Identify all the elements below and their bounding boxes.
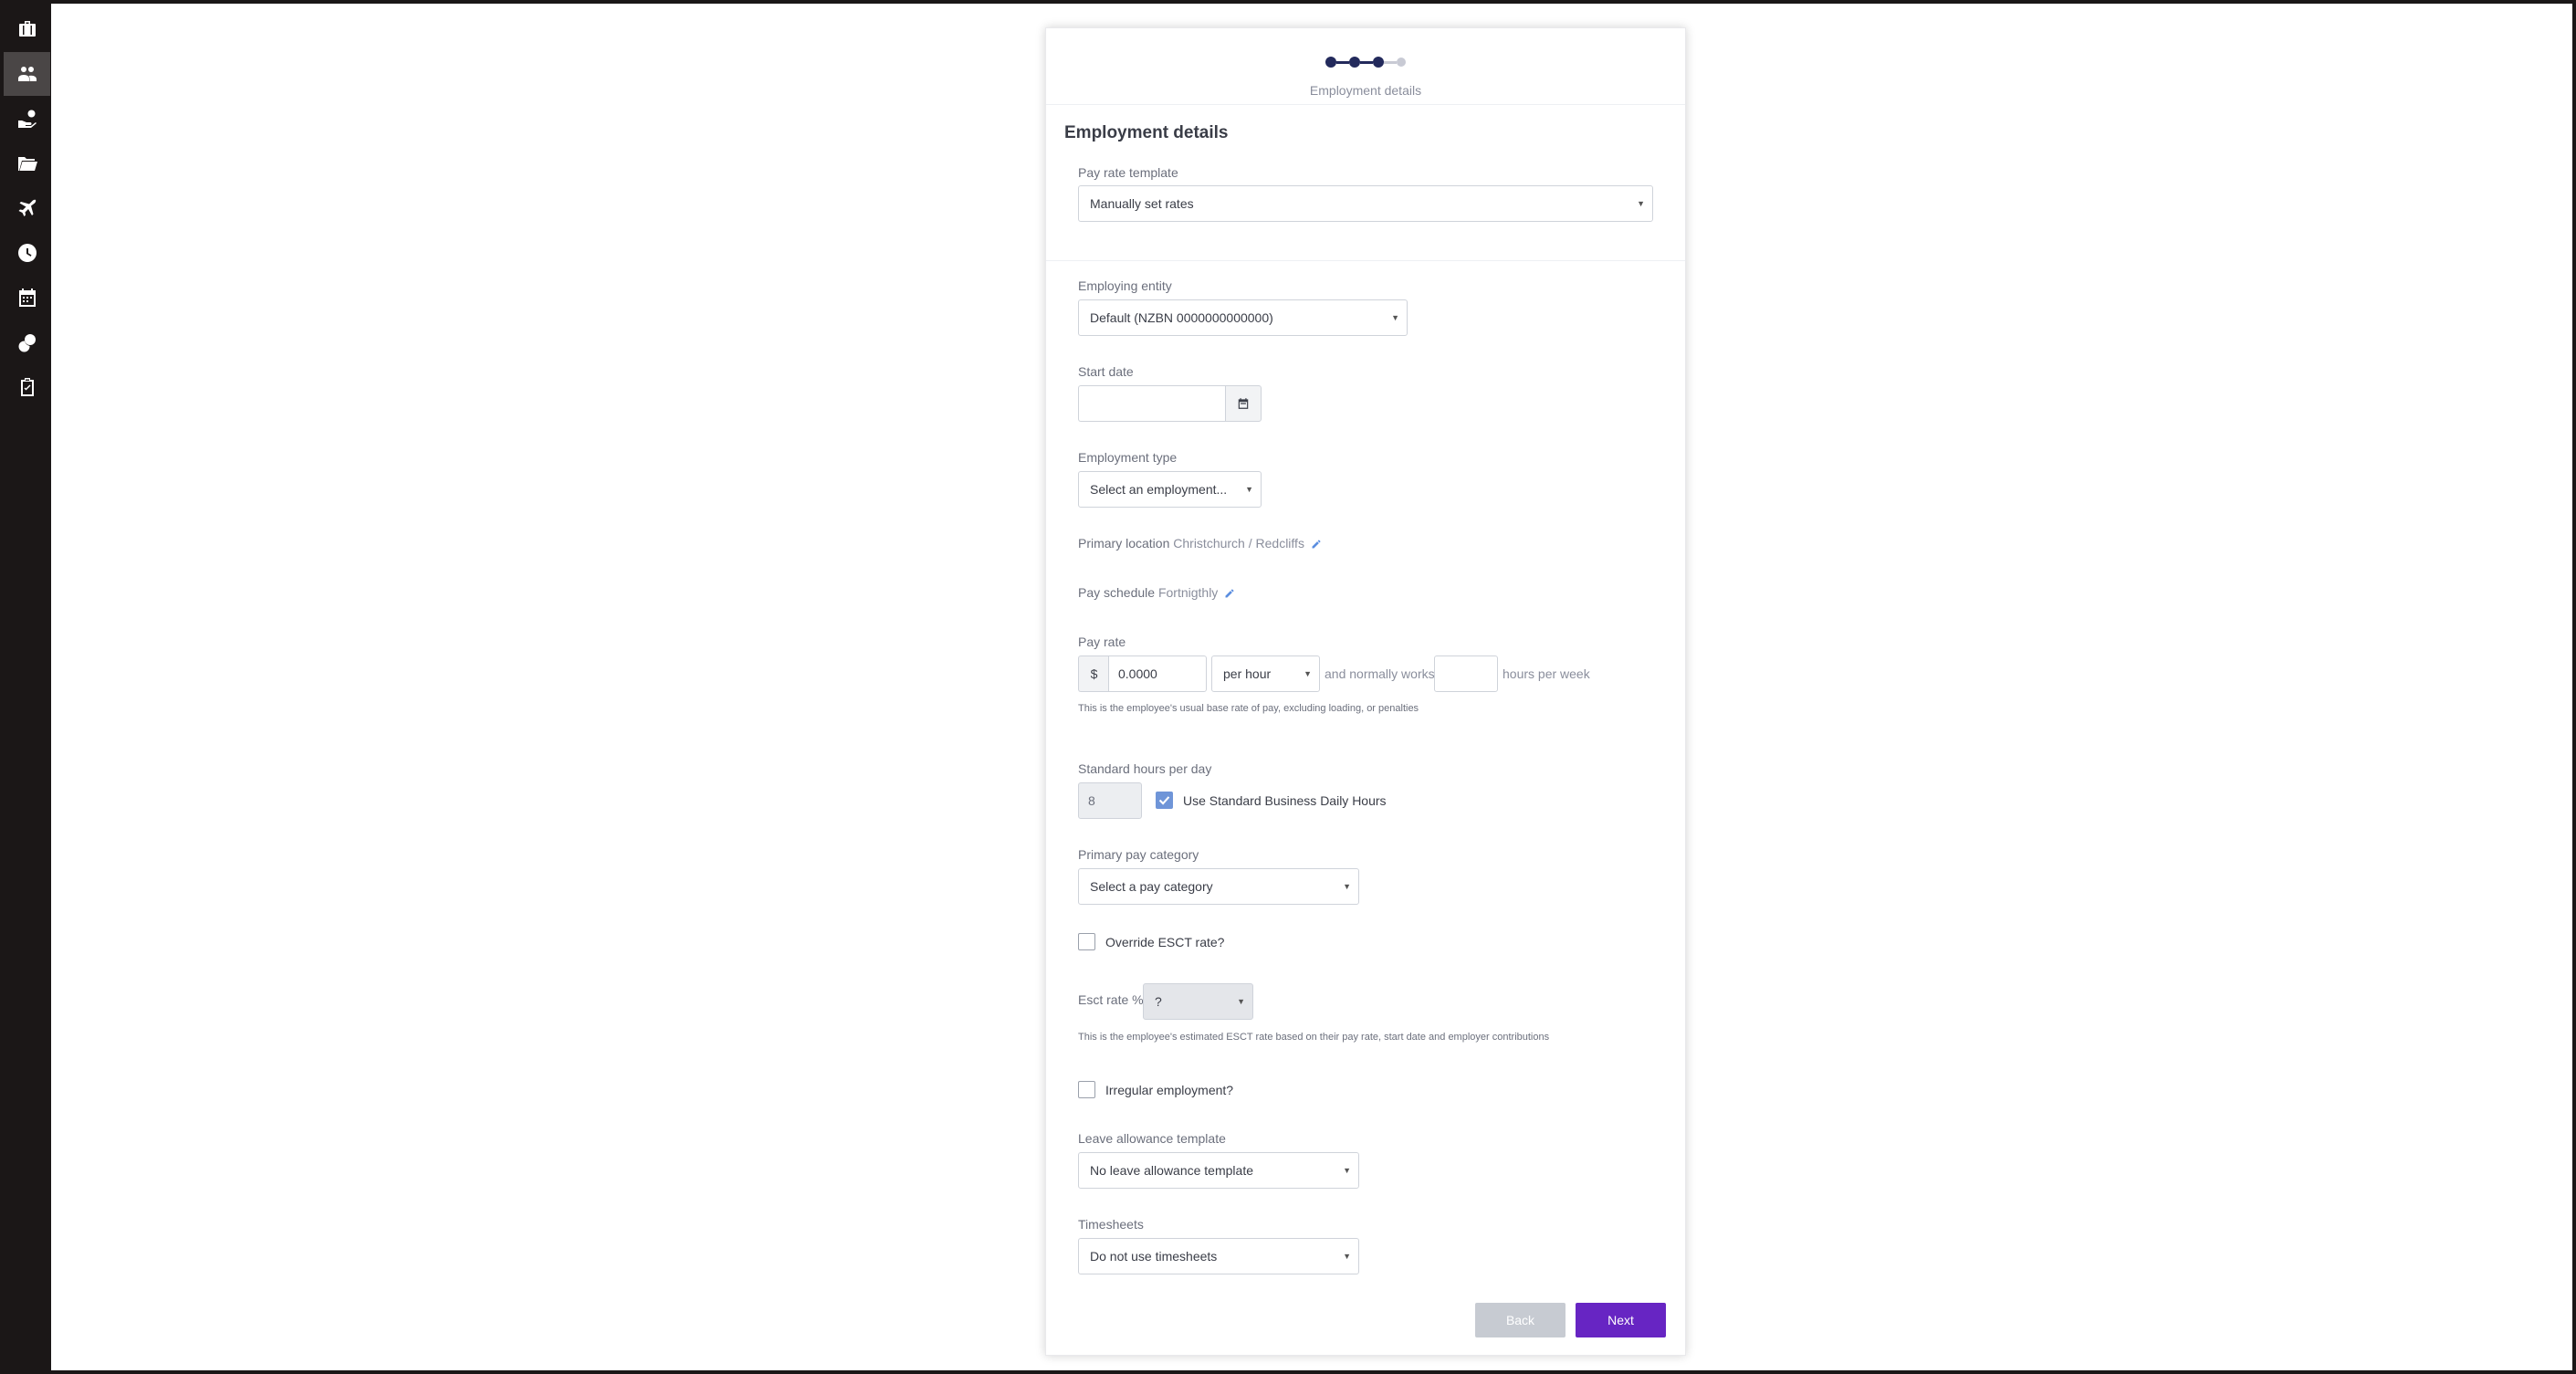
sidebar-item-documents[interactable] bbox=[4, 142, 50, 185]
sidebar-item-leave[interactable] bbox=[4, 186, 50, 230]
checkmark-icon bbox=[1158, 796, 1170, 805]
chevron-down-icon: ▼ bbox=[1343, 1166, 1351, 1175]
folder-icon bbox=[17, 157, 37, 171]
pay-rate-unit-select[interactable]: per hour ▼ bbox=[1211, 656, 1320, 692]
employment-type-select[interactable]: Select an employment... ▼ bbox=[1078, 471, 1262, 508]
step-2-dot bbox=[1349, 57, 1360, 68]
employing-entity-label: Employing entity bbox=[1078, 278, 1172, 293]
pay-rate-unit-value: per hour bbox=[1223, 666, 1272, 681]
clipboard-icon bbox=[20, 378, 34, 396]
primary-location-row: Primary location Christchurch / Redcliff… bbox=[1078, 536, 1322, 551]
esct-rate-label: Esct rate % bbox=[1078, 992, 1144, 1007]
chevron-down-icon: ▼ bbox=[1304, 669, 1312, 678]
pay-schedule-label: Pay schedule bbox=[1078, 585, 1156, 600]
calendar-icon bbox=[1238, 398, 1249, 409]
next-button[interactable]: Next bbox=[1576, 1303, 1666, 1337]
edit-pencil-icon[interactable] bbox=[1311, 539, 1322, 550]
people-icon bbox=[17, 67, 37, 81]
briefcase-icon bbox=[18, 21, 36, 37]
pay-rate-template-select[interactable]: Manually set rates ▼ bbox=[1078, 185, 1653, 222]
wizard-stepper: Employment details bbox=[1046, 28, 1685, 105]
chevron-down-icon: ▼ bbox=[1343, 1252, 1351, 1261]
chevron-down-icon: ▼ bbox=[1343, 882, 1351, 891]
standard-hours-input[interactable]: 8 bbox=[1078, 782, 1142, 819]
primary-location-value: Christchurch / Redcliffs bbox=[1173, 536, 1304, 551]
employing-entity-select[interactable]: Default (NZBN 0000000000000) ▼ bbox=[1078, 299, 1408, 336]
start-date-input[interactable] bbox=[1078, 385, 1226, 422]
chevron-down-icon: ▼ bbox=[1637, 199, 1645, 208]
step-connector bbox=[1360, 60, 1373, 64]
chevron-down-icon: ▼ bbox=[1245, 485, 1253, 494]
primary-location-label: Primary location bbox=[1078, 536, 1170, 551]
sidebar bbox=[0, 0, 51, 1374]
pay-schedule-row: Pay schedule Fortnigthly bbox=[1078, 585, 1235, 600]
edit-pencil-icon[interactable] bbox=[1224, 588, 1235, 599]
step-connector bbox=[1384, 60, 1397, 64]
timesheets-select[interactable]: Do not use timesheets ▼ bbox=[1078, 1238, 1359, 1274]
employment-type-label: Employment type bbox=[1078, 450, 1178, 465]
leave-allowance-select[interactable]: No leave allowance template ▼ bbox=[1078, 1152, 1359, 1189]
back-button[interactable]: Back bbox=[1475, 1303, 1565, 1337]
sidebar-item-people[interactable] bbox=[4, 52, 50, 96]
irregular-employment-label: Irregular employment? bbox=[1105, 1083, 1234, 1097]
employing-entity-value: Default (NZBN 0000000000000) bbox=[1090, 310, 1273, 325]
sidebar-item-payments[interactable] bbox=[4, 97, 50, 141]
step-3-dot bbox=[1373, 57, 1384, 68]
leave-allowance-value: No leave allowance template bbox=[1090, 1163, 1253, 1178]
use-standard-hours-checkbox[interactable] bbox=[1156, 792, 1173, 809]
primary-pay-category-label: Primary pay category bbox=[1078, 847, 1199, 862]
sidebar-item-expenses[interactable] bbox=[4, 320, 50, 364]
hours-per-week-input[interactable] bbox=[1434, 656, 1498, 692]
pay-rate-amount-input[interactable]: 0.0000 bbox=[1108, 656, 1207, 692]
timesheets-value: Do not use timesheets bbox=[1090, 1249, 1218, 1264]
step-caption: Employment details bbox=[1309, 83, 1422, 98]
section-title: Employment details bbox=[1064, 123, 1229, 142]
pay-rate-template-value: Manually set rates bbox=[1090, 196, 1194, 211]
hand-coin-icon bbox=[17, 110, 37, 128]
esct-rate-help: This is the employee's estimated ESCT ra… bbox=[1078, 1032, 1550, 1043]
override-esct-checkbox[interactable] bbox=[1078, 933, 1095, 950]
sidebar-item-time[interactable] bbox=[4, 231, 50, 275]
coins-icon bbox=[18, 334, 36, 352]
leave-allowance-label: Leave allowance template bbox=[1078, 1131, 1226, 1146]
override-esct-label: Override ESCT rate? bbox=[1105, 935, 1225, 949]
section-divider bbox=[1046, 260, 1685, 261]
chevron-down-icon: ▼ bbox=[1237, 997, 1245, 1006]
primary-pay-category-select[interactable]: Select a pay category ▼ bbox=[1078, 868, 1359, 905]
sidebar-item-briefcase[interactable] bbox=[4, 7, 50, 51]
employment-details-card: Employment details Employment details Pa… bbox=[1045, 27, 1686, 1356]
chevron-down-icon: ▼ bbox=[1391, 313, 1399, 322]
pay-rate-template-label: Pay rate template bbox=[1078, 165, 1178, 180]
main-content: Employment details Employment details Pa… bbox=[51, 4, 2572, 1370]
esct-rate-value: ? bbox=[1155, 994, 1162, 1009]
timesheets-label: Timesheets bbox=[1078, 1217, 1144, 1232]
primary-pay-category-value: Select a pay category bbox=[1090, 879, 1213, 894]
step-1-dot bbox=[1325, 57, 1336, 68]
step-connector bbox=[1336, 60, 1349, 64]
sidebar-item-tasks[interactable] bbox=[4, 365, 50, 409]
pay-rate-end-text: hours per week bbox=[1503, 666, 1590, 681]
pay-rate-help: This is the employee's usual base rate o… bbox=[1078, 703, 1419, 714]
currency-addon: $ bbox=[1078, 656, 1109, 692]
irregular-employment-checkbox[interactable] bbox=[1078, 1081, 1095, 1098]
employment-type-value: Select an employment... bbox=[1090, 482, 1228, 497]
calendar-button[interactable] bbox=[1225, 385, 1262, 422]
clock-icon bbox=[17, 244, 37, 262]
pay-rate-mid-text: and normally works bbox=[1325, 666, 1435, 681]
sidebar-item-roster[interactable] bbox=[4, 276, 50, 320]
airplane-icon bbox=[18, 199, 36, 216]
start-date-label: Start date bbox=[1078, 364, 1134, 379]
use-standard-hours-label: Use Standard Business Daily Hours bbox=[1183, 793, 1387, 808]
pay-rate-label: Pay rate bbox=[1078, 635, 1126, 649]
standard-hours-label: Standard hours per day bbox=[1078, 761, 1212, 776]
pay-schedule-value: Fortnigthly bbox=[1157, 585, 1219, 600]
esct-rate-select[interactable]: ? ▼ bbox=[1143, 983, 1253, 1020]
step-4-dot bbox=[1397, 58, 1406, 67]
calendar-icon bbox=[18, 288, 36, 307]
step-indicator bbox=[1046, 56, 1685, 68]
